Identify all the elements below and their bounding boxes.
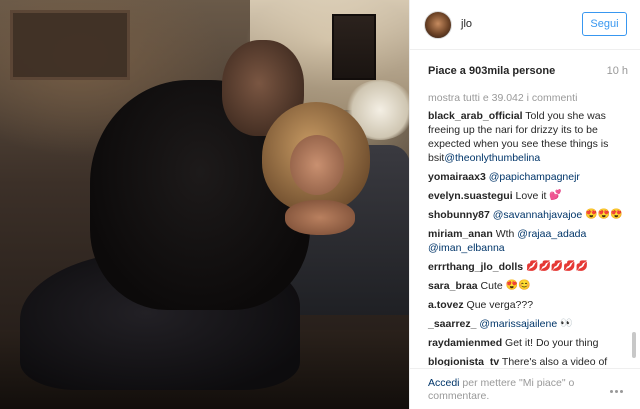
comment-text: Love it — [512, 190, 550, 202]
comment-emoji: 💕 — [549, 190, 562, 202]
comment-mention[interactable]: @theonlythumbelina — [444, 152, 540, 164]
comment-text: Cute — [477, 280, 506, 292]
comment-mention[interactable]: @iman_elbanna — [428, 242, 505, 254]
comment-text: Get it! Do your thing — [502, 337, 599, 349]
comment-username[interactable]: yomairaax3 — [428, 171, 486, 183]
comment-item: _saarrez_ @marissajailene 👀 — [428, 317, 628, 331]
comment-username[interactable]: shobunny87 — [428, 209, 490, 221]
comment-username[interactable]: miriam_anan — [428, 228, 493, 240]
avatar[interactable] — [424, 11, 452, 39]
comment-username[interactable]: _saarrez_ — [428, 318, 476, 330]
show-all-comments-link[interactable]: mostra tutti e 39.042 i commenti — [428, 92, 577, 104]
comment-emoji: 😍😊 — [505, 280, 531, 292]
comment-item: errrthang_jlo_dolls 💋💋💋💋💋 — [428, 260, 628, 274]
comment-item: black_arab_official Told you she was fre… — [428, 109, 628, 165]
comment-mention[interactable]: @savannahjavajoe — [493, 209, 582, 221]
comment-emoji: 💋💋💋💋💋 — [526, 261, 589, 273]
login-prompt: Accedi per mettere "Mi piace" o commenta… — [428, 377, 588, 403]
post-footer: Accedi per mettere "Mi piace" o commenta… — [410, 368, 640, 409]
post-header: jlo Segui — [410, 0, 640, 50]
comment-item: yomairaax3 @papichampagnejr — [428, 170, 628, 184]
comment-item: a.tovez Que verga??? — [428, 298, 628, 312]
comment-list: black_arab_official Told you she was fre… — [428, 109, 628, 366]
comment-emoji: 👀 — [560, 318, 573, 330]
likes-row: Piace a 903mila persone 10 h — [428, 65, 628, 81]
comment-username[interactable]: a.tovez — [428, 299, 464, 311]
comments-scrollbar[interactable] — [631, 92, 637, 364]
comment-item: evelyn.suastegui Love it 💕 — [428, 189, 628, 203]
comment-item: blogionista_tv There's also a video of D… — [428, 355, 628, 366]
comment-text: Wth — [492, 228, 518, 240]
comment-text: Que verga??? — [463, 299, 534, 311]
comment-username[interactable]: raydamienmed — [428, 337, 502, 349]
comment-emoji: 😍😍😍 — [585, 209, 623, 221]
photo-face-woman — [290, 135, 344, 195]
comment-mention[interactable]: @papichampagnejr — [489, 171, 580, 183]
comment-username[interactable]: black_arab_official — [428, 110, 523, 122]
post-time[interactable]: 10 h — [607, 65, 628, 77]
comments-section: mostra tutti e 39.042 i commenti black_a… — [410, 90, 640, 366]
photo-lantern — [332, 14, 376, 80]
comment-item: miriam_anan Wth @rajaa_adada @iman_elban… — [428, 227, 628, 255]
post-username[interactable]: jlo — [461, 18, 472, 30]
photo-hand — [285, 200, 355, 235]
comment-item: sara_braa Cute 😍😊 — [428, 279, 628, 293]
comment-username[interactable]: errrthang_jlo_dolls — [428, 261, 523, 273]
more-options-icon[interactable] — [610, 380, 630, 393]
post-photo — [0, 0, 409, 409]
comment-mention[interactable]: @marissajailene — [479, 318, 557, 330]
likes-count[interactable]: Piace a 903mila persone — [428, 65, 555, 77]
comment-username[interactable]: sara_braa — [428, 280, 478, 292]
login-link[interactable]: Accedi — [428, 377, 460, 389]
comment-mention[interactable]: @rajaa_adada — [517, 228, 586, 240]
comment-username[interactable]: blogionista_tv — [428, 356, 499, 366]
comment-username[interactable]: evelyn.suastegui — [428, 190, 513, 202]
comment-item: raydamienmed Get it! Do your thing — [428, 336, 628, 350]
post-sidebar: jlo Segui Piace a 903mila persone 10 h m… — [409, 0, 640, 409]
scrollbar-thumb[interactable] — [632, 332, 636, 358]
comment-item: shobunny87 @savannahjavajoe 😍😍😍 — [428, 208, 628, 222]
follow-button[interactable]: Segui — [582, 12, 627, 36]
photo-frame — [10, 10, 130, 80]
